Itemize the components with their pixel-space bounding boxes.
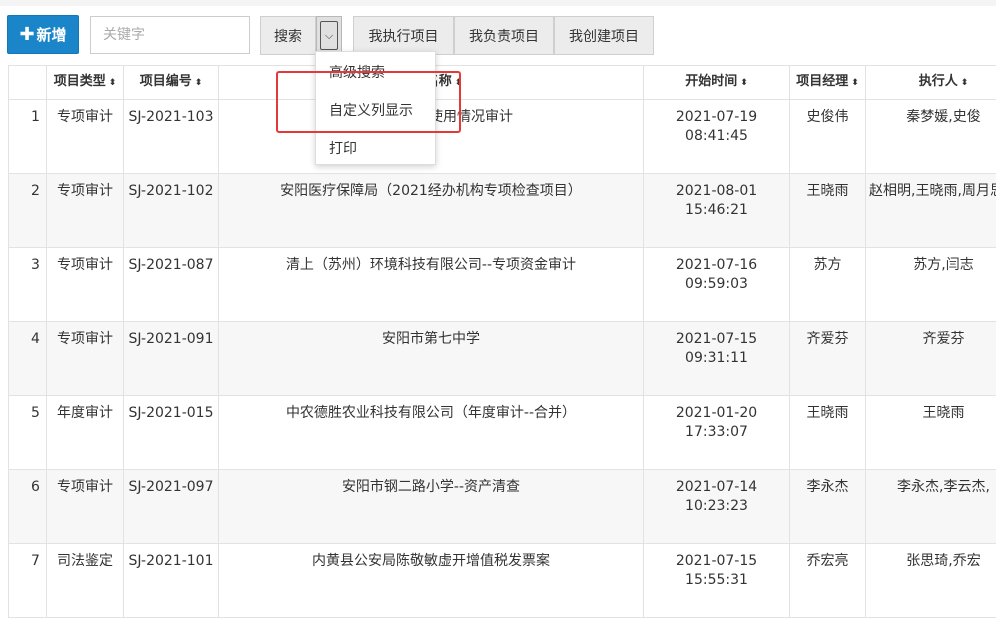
plus-icon: ✚ bbox=[19, 24, 34, 45]
filter-label: 我创建项目 bbox=[569, 26, 639, 46]
add-button[interactable]: ✚ 新增 bbox=[7, 15, 79, 54]
cell-start-time: 2021-08-01 15:46:21 bbox=[644, 174, 790, 248]
cell-manager: 齐爱芬 bbox=[790, 322, 866, 396]
search-button-label: 搜索 bbox=[274, 26, 302, 46]
search-button[interactable]: 搜索 bbox=[260, 16, 316, 55]
highlight-annotation bbox=[276, 71, 461, 133]
cell-code: SJ-2021-015 bbox=[124, 396, 219, 470]
cell-type: 年度审计 bbox=[47, 396, 124, 470]
cell-manager: 乔宏亮 bbox=[790, 544, 866, 618]
header-label: 执行人 bbox=[919, 74, 958, 89]
cell-type: 专项审计 bbox=[47, 100, 124, 174]
table-row[interactable]: 3 专项审计 SJ-2021-087 清上（苏州）环境科技有限公司--专项资金审… bbox=[9, 248, 996, 322]
cell-start-time: 2021-07-15 15:55:31 bbox=[644, 544, 790, 618]
row-index: 1 bbox=[9, 100, 47, 174]
cell-start-time: 2021-07-15 09:31:11 bbox=[644, 322, 790, 396]
sort-icon[interactable]: ⬍ bbox=[740, 78, 748, 88]
header-label: 项目经理 bbox=[796, 74, 848, 89]
cell-start-time: 2021-07-14 10:23:23 bbox=[644, 470, 790, 544]
search-options-toggle[interactable]: ⌵ bbox=[316, 16, 342, 55]
cell-executor: 赵相明,王晓雨,周月思雨 bbox=[866, 174, 996, 248]
cell-name[interactable]: 内黄县公安局陈敬敏虚开增值税发票案 bbox=[219, 544, 644, 618]
cell-executor: 李永杰,李云杰, bbox=[866, 470, 996, 544]
menu-item-print[interactable]: 打印 bbox=[329, 138, 357, 158]
cell-name[interactable]: 中农德胜农业科技有限公司（年度审计--合并） bbox=[219, 396, 644, 470]
cell-code: SJ-2021-101 bbox=[124, 544, 219, 618]
cell-name[interactable]: 安阳医疗保障局（2021经办机构专项检查项目） bbox=[219, 174, 644, 248]
cell-manager: 王晓雨 bbox=[790, 174, 866, 248]
cell-start-time: 2021-01-20 17:33:07 bbox=[644, 396, 790, 470]
sort-icon[interactable]: ⬍ bbox=[961, 78, 969, 88]
table-header-row: 项目类型⬍ 项目编号⬍ 项目名称⬍ 开始时间⬍ 项目经理⬍ 执行人⬍ bbox=[9, 66, 996, 100]
cell-start-time: 2021-07-19 08:41:45 bbox=[644, 100, 790, 174]
row-index: 4 bbox=[9, 322, 47, 396]
cell-code: SJ-2021-087 bbox=[124, 248, 219, 322]
header-start-time[interactable]: 开始时间⬍ bbox=[644, 66, 790, 100]
header-index bbox=[9, 66, 47, 100]
sort-icon[interactable]: ⬍ bbox=[851, 78, 859, 88]
top-strip bbox=[0, 0, 996, 6]
cell-executor: 王晓雨 bbox=[866, 396, 996, 470]
cell-code: SJ-2021-103 bbox=[124, 100, 219, 174]
filter-my-responsible-button[interactable]: 我负责项目 bbox=[454, 16, 554, 55]
sort-icon[interactable]: ⬍ bbox=[195, 78, 203, 88]
filter-label: 我执行项目 bbox=[369, 26, 439, 46]
cell-manager: 王晓雨 bbox=[790, 396, 866, 470]
cell-manager: 苏方 bbox=[790, 248, 866, 322]
cell-name[interactable]: 安阳市钢二路小学--资产清查 bbox=[219, 470, 644, 544]
table-row[interactable]: 6 专项审计 SJ-2021-097 安阳市钢二路小学--资产清查 2021-0… bbox=[9, 470, 996, 544]
row-index: 6 bbox=[9, 470, 47, 544]
cell-code: SJ-2021-102 bbox=[124, 174, 219, 248]
cell-code: SJ-2021-097 bbox=[124, 470, 219, 544]
filter-label: 我负责项目 bbox=[469, 26, 539, 46]
row-index: 2 bbox=[9, 174, 47, 248]
cell-manager: 李永杰 bbox=[790, 470, 866, 544]
cell-start-time: 2021-07-16 09:59:03 bbox=[644, 248, 790, 322]
chevron-down-icon: ⌵ bbox=[320, 21, 338, 50]
header-type[interactable]: 项目类型⬍ bbox=[47, 66, 124, 100]
cell-type: 专项审计 bbox=[47, 248, 124, 322]
header-manager[interactable]: 项目经理⬍ bbox=[790, 66, 866, 100]
sort-icon[interactable]: ⬍ bbox=[109, 78, 117, 88]
header-label: 项目类型 bbox=[54, 74, 106, 89]
filter-my-executed-button[interactable]: 我执行项目 bbox=[353, 16, 454, 55]
cell-executor: 秦梦媛,史俊 bbox=[866, 100, 996, 174]
row-index: 7 bbox=[9, 544, 47, 618]
cell-type: 专项审计 bbox=[47, 322, 124, 396]
table-row[interactable]: 5 年度审计 SJ-2021-015 中农德胜农业科技有限公司（年度审计--合并… bbox=[9, 396, 996, 470]
row-index: 5 bbox=[9, 396, 47, 470]
table-row[interactable]: 7 司法鉴定 SJ-2021-101 内黄县公安局陈敬敏虚开增值税发票案 202… bbox=[9, 544, 996, 618]
header-label: 项目编号 bbox=[140, 74, 192, 89]
cell-manager: 史俊伟 bbox=[790, 100, 866, 174]
table-row[interactable]: 1 专项审计 SJ-2021-103 大……--资金使用情况审计 2021-07… bbox=[9, 100, 996, 174]
cell-name[interactable]: 安阳市第七中学 bbox=[219, 322, 644, 396]
row-index: 3 bbox=[9, 248, 47, 322]
cell-executor: 齐爱芬 bbox=[866, 322, 996, 396]
cell-code: SJ-2021-091 bbox=[124, 322, 219, 396]
cell-executor: 苏方,闫志 bbox=[866, 248, 996, 322]
cell-type: 司法鉴定 bbox=[47, 544, 124, 618]
cell-type: 专项审计 bbox=[47, 470, 124, 544]
header-code[interactable]: 项目编号⬍ bbox=[124, 66, 219, 100]
table-row[interactable]: 4 专项审计 SJ-2021-091 安阳市第七中学 2021-07-15 09… bbox=[9, 322, 996, 396]
filter-my-created-button[interactable]: 我创建项目 bbox=[554, 16, 654, 55]
header-label: 开始时间 bbox=[685, 74, 737, 89]
cell-name[interactable]: 清上（苏州）环境科技有限公司--专项资金审计 bbox=[219, 248, 644, 322]
cell-type: 专项审计 bbox=[47, 174, 124, 248]
keyword-input[interactable] bbox=[90, 16, 250, 54]
header-executor[interactable]: 执行人⬍ bbox=[866, 66, 996, 100]
table-row[interactable]: 2 专项审计 SJ-2021-102 安阳医疗保障局（2021经办机构专项检查项… bbox=[9, 174, 996, 248]
cell-executor: 张思琦,乔宏 bbox=[866, 544, 996, 618]
project-table: 项目类型⬍ 项目编号⬍ 项目名称⬍ 开始时间⬍ 项目经理⬍ 执行人⬍ 1 专项审… bbox=[8, 65, 996, 618]
add-button-label: 新增 bbox=[37, 24, 67, 45]
